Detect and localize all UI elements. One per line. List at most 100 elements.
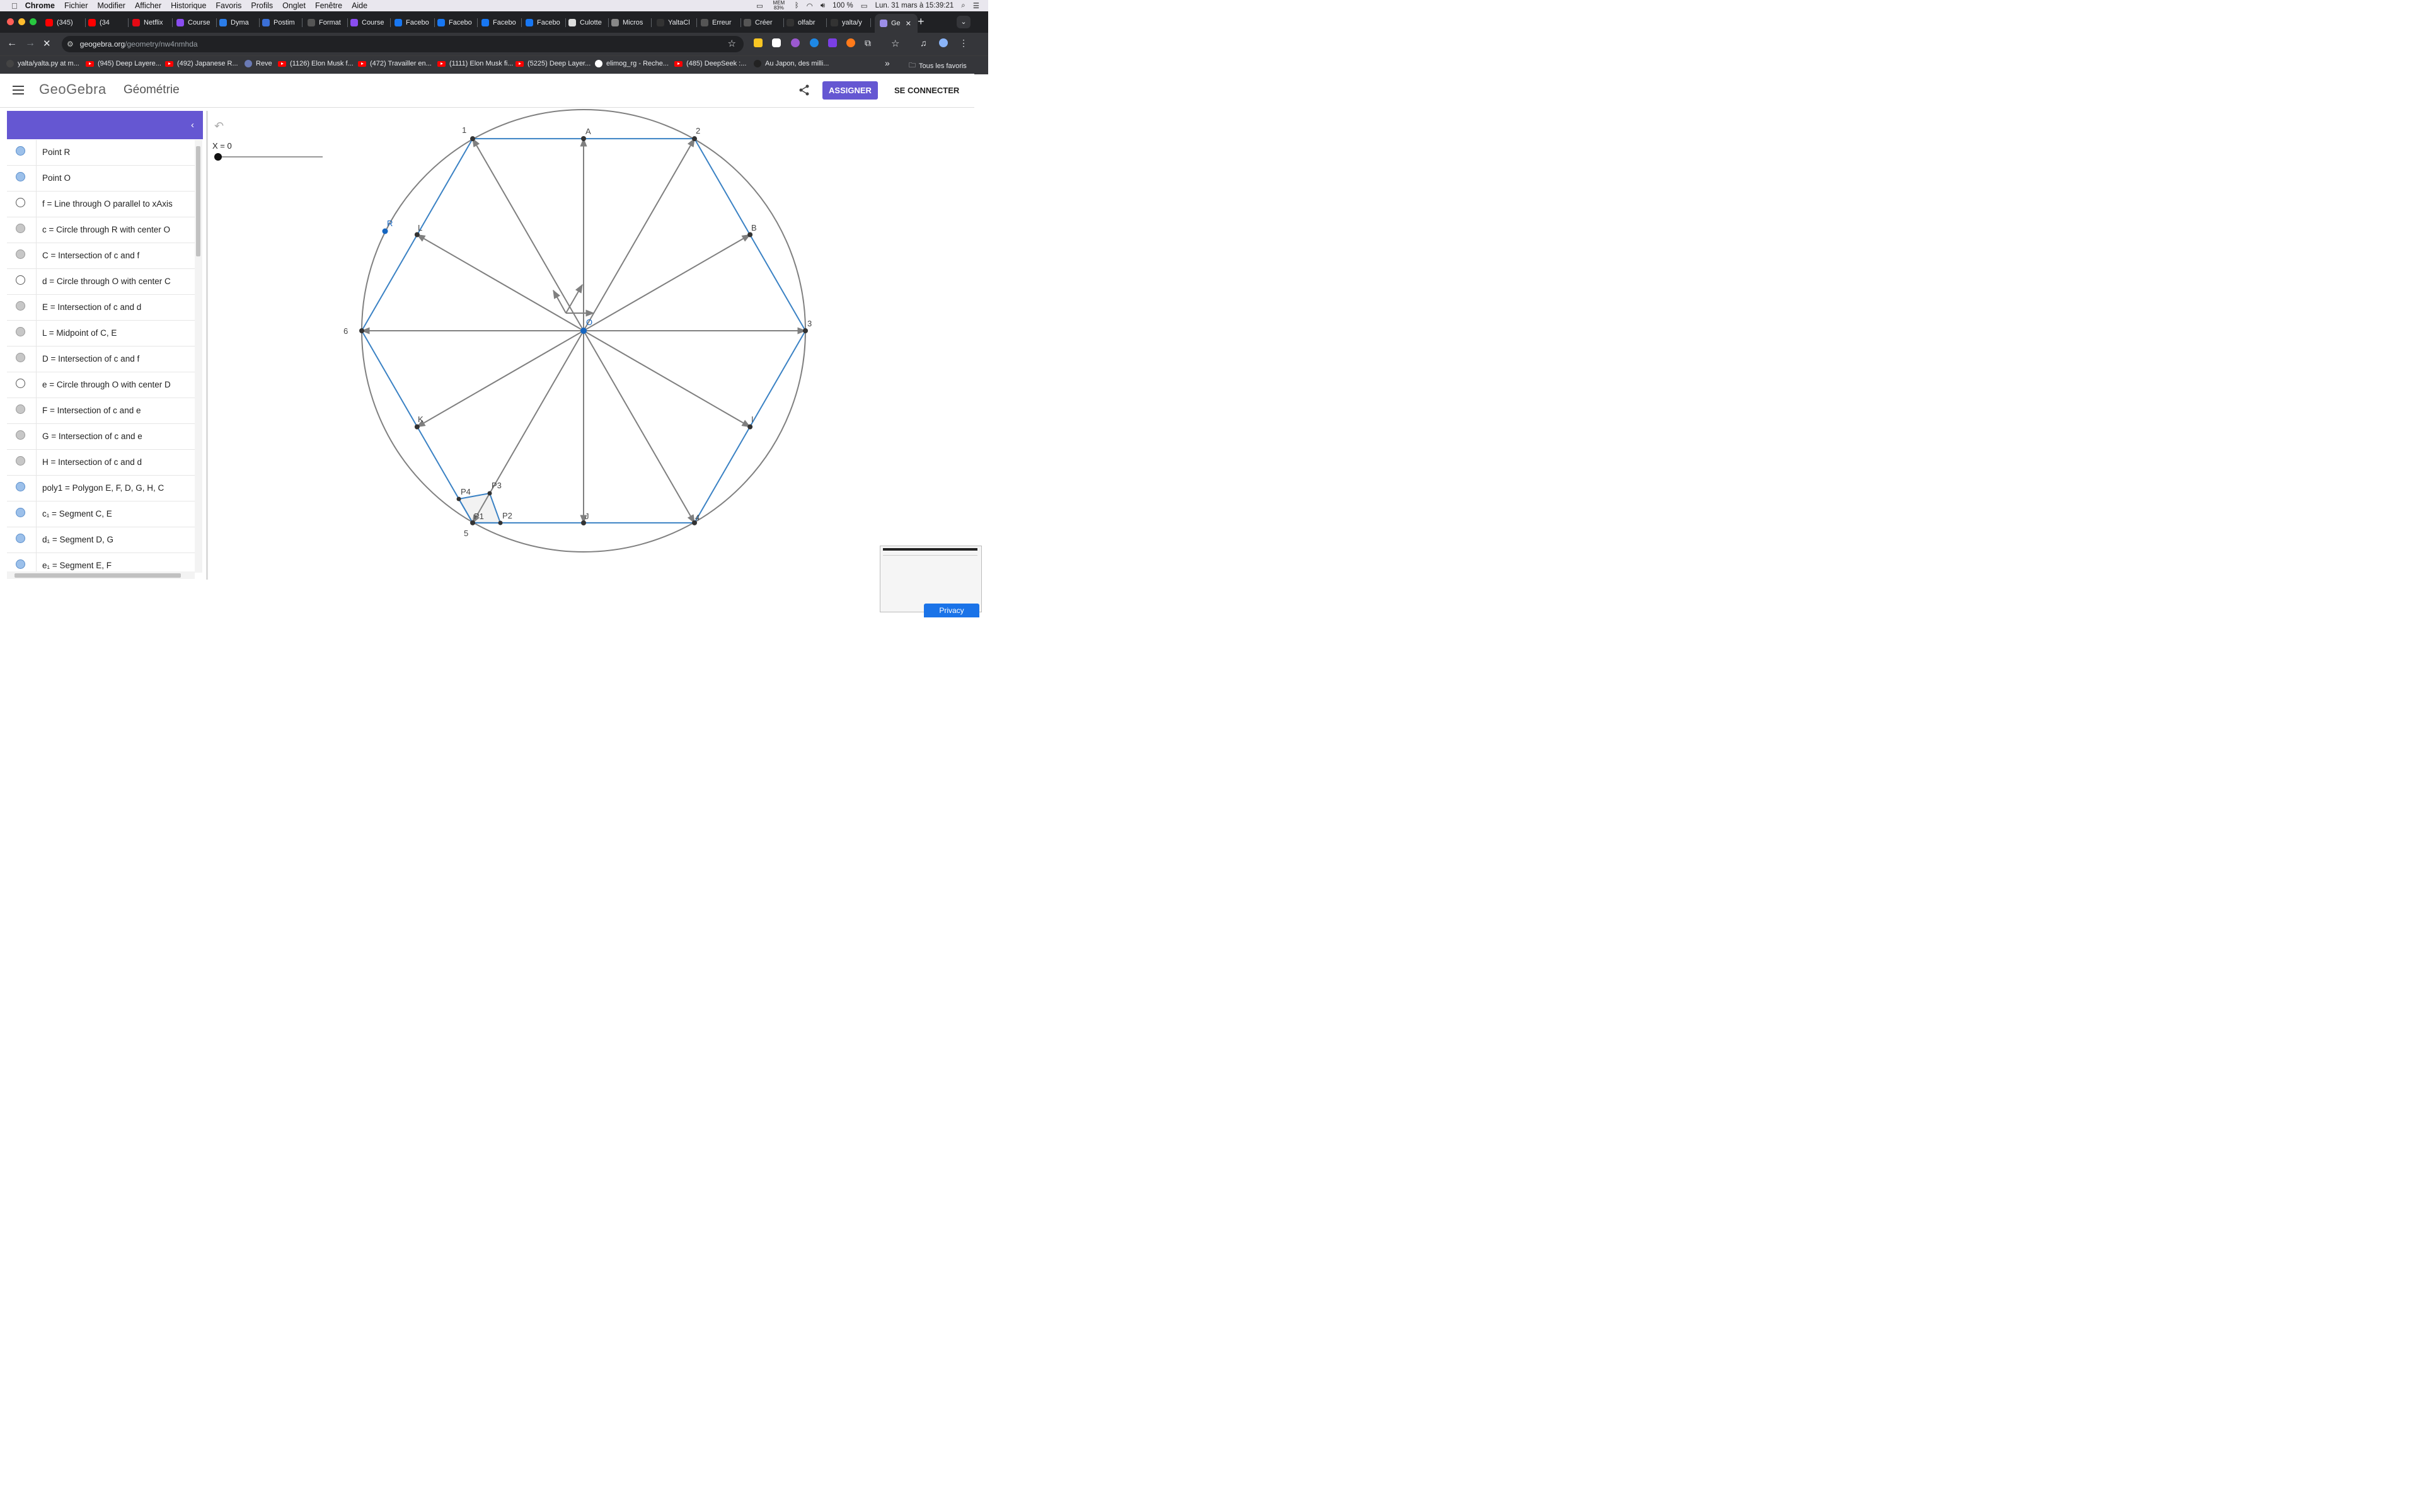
algebra-row[interactable]: F = Intersection of c and e: [7, 398, 195, 424]
midpoint-point[interactable]: [747, 424, 753, 430]
bluetooth-icon[interactable]: ᛒ: [795, 2, 799, 9]
midpoint-point[interactable]: [581, 136, 586, 141]
battery-icon[interactable]: ▭: [861, 1, 868, 10]
bookmark-item[interactable]: elimog_rg - Reche...: [595, 60, 669, 67]
vector-arrow[interactable]: [583, 330, 695, 524]
extension-notes-icon[interactable]: [754, 38, 763, 47]
bookmark-item[interactable]: (1126) Elon Musk f...: [278, 60, 354, 67]
extension-orange-icon[interactable]: [846, 38, 855, 47]
menu-profils[interactable]: Profils: [251, 1, 273, 10]
hexagon-vertex-point[interactable]: [692, 136, 697, 142]
algebra-definition[interactable]: d = Circle through O with center C: [42, 277, 171, 286]
horizontal-scroll-thumb[interactable]: [14, 573, 181, 578]
midpoint-point[interactable]: [414, 232, 420, 238]
bookmark-item[interactable]: (492) Japanese R...: [165, 60, 238, 67]
tab-openai[interactable]: Créer: [744, 15, 784, 30]
algebra-row[interactable]: D = Intersection of c and f: [7, 346, 195, 372]
vector-arrow[interactable]: [416, 330, 584, 428]
zoom-window-button[interactable]: [30, 18, 37, 25]
algebra-horizontal-scrollbar[interactable]: [7, 571, 195, 579]
back-icon[interactable]: ←: [7, 38, 17, 49]
visibility-toggle[interactable]: [16, 275, 25, 285]
visibility-toggle[interactable]: [16, 508, 25, 517]
tab-facebook[interactable]: Facebo: [481, 15, 522, 30]
bookmark-item[interactable]: (945) Deep Layere...: [86, 60, 161, 67]
all-bookmarks-button[interactable]: 🗀 Tous les favoris: [909, 60, 967, 72]
visibility-toggle[interactable]: [16, 172, 25, 181]
visibility-toggle[interactable]: [16, 559, 25, 569]
tab-youtube[interactable]: (345): [45, 15, 86, 30]
algebra-definition[interactable]: E = Intersection of c and d: [42, 302, 141, 312]
new-tab-button[interactable]: +: [918, 15, 925, 28]
main-menu-icon[interactable]: [13, 86, 24, 94]
menu-onglet[interactable]: Onglet: [282, 1, 306, 10]
menu-aide[interactable]: Aide: [352, 1, 367, 10]
algebra-row[interactable]: E = Intersection of c and d: [7, 295, 195, 321]
visibility-toggle[interactable]: [16, 430, 25, 440]
bookmark-star-icon[interactable]: ☆: [728, 38, 736, 49]
collapse-panel-icon[interactable]: ‹: [191, 120, 194, 130]
visibility-toggle[interactable]: [16, 301, 25, 311]
graphics-view[interactable]: 1 2 3 4 5 6 A B I J K L R O P1 P2 P3 P4: [208, 108, 974, 617]
visibility-toggle[interactable]: [16, 456, 25, 466]
battery-label[interactable]: 100 %: [833, 2, 853, 9]
tab-dyma[interactable]: Dyma: [219, 15, 260, 30]
algebra-definition[interactable]: C = Intersection of c and f: [42, 251, 139, 260]
chrome-menu-icon[interactable]: ⋮: [959, 38, 968, 49]
algebra-definition[interactable]: poly1 = Polygon E, F, D, G, H, C: [42, 483, 164, 493]
visibility-toggle[interactable]: [16, 404, 25, 414]
tab-github[interactable]: yalta/y: [831, 15, 871, 30]
menu-favoris[interactable]: Favoris: [216, 1, 241, 10]
minimize-window-button[interactable]: [18, 18, 25, 25]
visibility-toggle[interactable]: [16, 534, 25, 543]
algebra-row[interactable]: c = Circle through R with center O: [7, 217, 195, 243]
volume-icon[interactable]: 🔊︎: [821, 2, 825, 10]
quad-point[interactable]: [487, 491, 492, 496]
tab-github[interactable]: YaltaCl: [657, 15, 697, 30]
point-r[interactable]: [382, 228, 388, 234]
tab-facebook[interactable]: Facebo: [395, 15, 435, 30]
algebra-vertical-scrollbar[interactable]: [195, 140, 202, 573]
login-button[interactable]: SE CONNECTER: [894, 86, 959, 95]
algebra-definition[interactable]: c = Circle through R with center O: [42, 225, 170, 234]
small-vector-arrow[interactable]: [553, 289, 567, 314]
small-vector-arrow[interactable]: [565, 284, 583, 314]
algebra-row[interactable]: e = Circle through O with center D: [7, 372, 195, 398]
hexagon-vertex-point[interactable]: [359, 328, 364, 333]
clock[interactable]: Lun. 31 mars à 15:39:21: [875, 2, 954, 9]
extension-link-icon[interactable]: [828, 38, 837, 47]
bookmark-item[interactable]: (472) Travailler en...: [358, 60, 432, 67]
algebra-definition[interactable]: Point O: [42, 173, 71, 183]
forward-icon[interactable]: →: [25, 38, 35, 49]
share-icon[interactable]: [798, 84, 810, 96]
visibility-toggle[interactable]: [16, 379, 25, 388]
privacy-button[interactable]: Privacy: [924, 604, 979, 617]
algebra-row[interactable]: L = Midpoint of C, E: [7, 321, 195, 346]
tab-geogebra[interactable]: Ge ✕: [875, 14, 918, 33]
algebra-row[interactable]: c₁ = Segment C, E: [7, 501, 195, 527]
algebra-row[interactable]: Point O: [7, 166, 195, 192]
algebra-definition[interactable]: D = Intersection of c and f: [42, 354, 139, 364]
midpoint-point[interactable]: [581, 520, 586, 525]
visibility-toggle[interactable]: [16, 353, 25, 362]
algebra-row[interactable]: d₁ = Segment D, G: [7, 527, 195, 553]
algebra-definition[interactable]: f = Line through O parallel to xAxis: [42, 199, 173, 209]
tab-youtube[interactable]: (34: [88, 15, 129, 30]
vector-arrow[interactable]: [583, 330, 751, 428]
point-o[interactable]: [580, 328, 587, 334]
visibility-toggle[interactable]: [16, 249, 25, 259]
hexagon-vertex-point[interactable]: [470, 520, 475, 525]
algebra-definition[interactable]: c₁ = Segment C, E: [42, 509, 112, 518]
address-bar[interactable]: ⚙ geogebra.org/geometry/nw4nmhda ☆: [62, 36, 744, 52]
visibility-toggle[interactable]: [16, 146, 25, 156]
algebra-definition[interactable]: d₁ = Segment D, G: [42, 535, 113, 544]
tab-search-icon[interactable]: ⌄: [957, 16, 971, 28]
vertical-scroll-thumb[interactable]: [196, 146, 200, 256]
visibility-toggle[interactable]: [16, 327, 25, 336]
tab-course[interactable]: Course: [350, 15, 391, 30]
algebra-definition[interactable]: L = Midpoint of C, E: [42, 328, 117, 338]
extension-gear-icon[interactable]: [791, 38, 800, 47]
hexagon-vertex-point[interactable]: [803, 328, 808, 333]
algebra-row[interactable]: C = Intersection of c and f: [7, 243, 195, 269]
assign-button[interactable]: ASSIGNER: [822, 81, 878, 100]
